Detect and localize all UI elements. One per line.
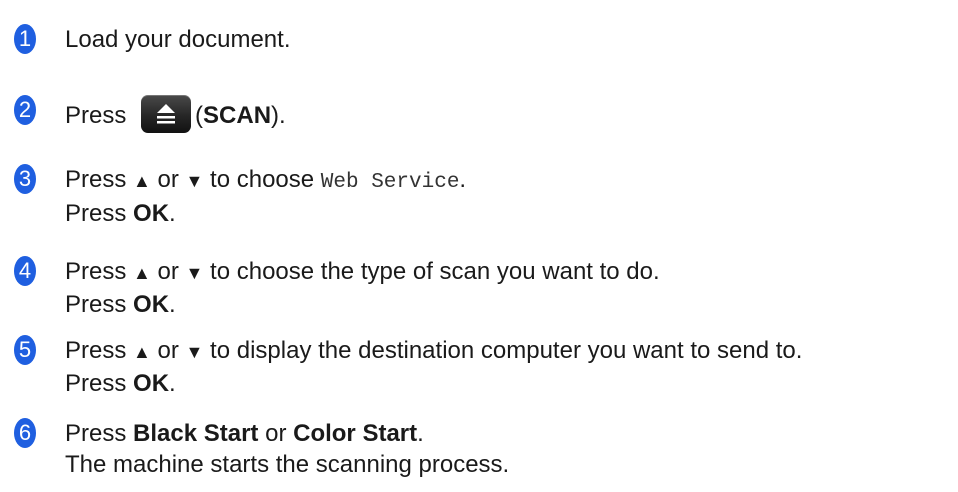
down-arrow-icon: ▼ xyxy=(185,171,204,191)
step-number-badge: 2 xyxy=(0,95,38,125)
or-word: or xyxy=(265,420,287,447)
step-text: Press ▲ or ▼ to choose the type of scan … xyxy=(65,256,660,320)
step-line-1: Press Black Start or Color Start. xyxy=(65,418,509,449)
step-line-1: Press ▲ or ▼ to choose the type of scan … xyxy=(65,256,660,289)
or-word: or xyxy=(157,258,179,285)
step-line-2: Press OK. xyxy=(65,368,802,399)
period: . xyxy=(459,166,467,193)
step-text: Press ▲ or ▼ to display the destination … xyxy=(65,335,802,399)
step-number: 3 xyxy=(18,166,32,191)
step-number: 5 xyxy=(18,337,32,362)
step-1: 1 Load your document. xyxy=(0,24,290,55)
color-start-key-label: Color Start xyxy=(293,420,418,447)
step-number: 2 xyxy=(18,97,32,122)
step-instruction: Load your document. xyxy=(65,26,291,53)
paren-open: ( xyxy=(195,102,204,129)
instruction-text: to choose xyxy=(210,166,315,193)
step-number-badge: 6 xyxy=(0,418,38,448)
ok-key-label: OK xyxy=(133,200,170,227)
period: . xyxy=(169,200,176,227)
step-2: 2 Press (SCAN). xyxy=(0,95,286,133)
ok-key-label: OK xyxy=(133,291,170,318)
step-text: Load your document. xyxy=(65,24,290,55)
step-text: Press (SCAN). xyxy=(65,95,286,133)
down-arrow-icon: ▼ xyxy=(185,342,204,362)
up-arrow-icon: ▲ xyxy=(133,171,151,191)
step-number-badge: 1 xyxy=(0,24,38,54)
press-word: Press xyxy=(65,200,127,227)
step-6: 6 Press Black Start or Color Start. The … xyxy=(0,418,509,480)
press-word: Press xyxy=(65,337,127,364)
scan-key-label: SCAN xyxy=(203,102,272,129)
scan-key-icon xyxy=(141,95,192,133)
press-word: Press xyxy=(65,370,127,397)
down-arrow-icon: ▼ xyxy=(185,263,204,283)
period: . xyxy=(169,291,176,318)
step-number: 1 xyxy=(18,26,32,51)
step-line-2: Press OK. xyxy=(65,198,466,229)
step-5: 5 Press ▲ or ▼ to display the destinatio… xyxy=(0,335,802,399)
press-word: Press xyxy=(65,258,127,285)
ok-key-label: OK xyxy=(133,370,170,397)
or-word: or xyxy=(157,166,179,193)
step-line-1: Press ▲ or ▼ to choose Web Service. xyxy=(65,164,466,198)
step-number: 6 xyxy=(18,420,32,445)
scan-glyph-icon xyxy=(157,104,176,124)
paren-close: ). xyxy=(271,102,286,129)
press-word: Press xyxy=(65,166,127,193)
step-number-badge: 4 xyxy=(0,256,38,286)
step-line-2: Press OK. xyxy=(65,289,660,320)
step-text: Press Black Start or Color Start. The ma… xyxy=(65,418,509,480)
instruction-text: to choose the type of scan you want to d… xyxy=(210,258,660,285)
or-word: or xyxy=(157,337,179,364)
press-word: Press xyxy=(65,420,127,447)
step-3: 3 Press ▲ or ▼ to choose Web Service. Pr… xyxy=(0,164,466,229)
step-line-2: The machine starts the scanning process. xyxy=(65,449,509,480)
press-word: Press xyxy=(65,291,127,318)
up-arrow-icon: ▲ xyxy=(133,263,151,283)
step-number: 4 xyxy=(18,258,32,283)
result-text: The machine starts the scanning process. xyxy=(65,451,510,478)
up-arrow-icon: ▲ xyxy=(133,342,151,362)
step-number-badge: 5 xyxy=(0,335,38,365)
menu-option: Web Service xyxy=(320,171,460,194)
period: . xyxy=(169,370,176,397)
period: . xyxy=(417,420,424,447)
instruction-text: to display the destination computer you … xyxy=(210,337,803,364)
step-text: Press ▲ or ▼ to choose Web Service. Pres… xyxy=(65,164,466,229)
step-4: 4 Press ▲ or ▼ to choose the type of sca… xyxy=(0,256,660,320)
step-number-badge: 3 xyxy=(0,164,38,194)
step-line-1: Press ▲ or ▼ to display the destination … xyxy=(65,335,802,368)
press-word: Press xyxy=(65,102,127,129)
black-start-key-label: Black Start xyxy=(133,420,259,447)
